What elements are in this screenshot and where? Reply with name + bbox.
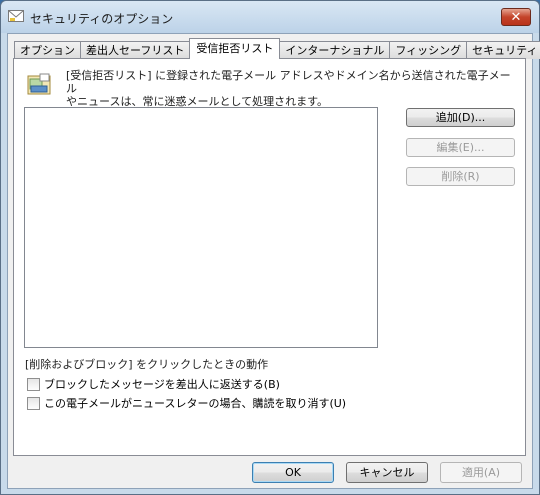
return-to-sender-label: ブロックしたメッセージを差出人に返送する(B) xyxy=(44,378,280,391)
cancel-button[interactable]: キャンセル xyxy=(346,462,428,483)
delete-block-action-label: [削除およびブロック] をクリックしたときの動作 xyxy=(25,358,269,371)
tab-blocked-senders[interactable]: 受信拒否リスト xyxy=(189,38,281,59)
tab-phishing[interactable]: フィッシング xyxy=(389,41,468,59)
return-to-sender-option[interactable]: ブロックしたメッセージを差出人に返送する(B) xyxy=(27,377,280,391)
delete-button[interactable]: 削除(R) xyxy=(406,167,515,186)
window-title: セキュリティのオプション xyxy=(30,12,174,26)
tab-options[interactable]: オプション xyxy=(14,41,81,59)
close-button[interactable]: ✕ xyxy=(501,8,531,26)
unsubscribe-option[interactable]: この電子メールがニュースレターの場合、購読を取り消す(U) xyxy=(27,396,346,410)
tab-safe-senders[interactable]: 差出人セーフリスト xyxy=(80,41,191,59)
edit-button[interactable]: 編集(E)... xyxy=(406,138,515,157)
mail-icon xyxy=(8,10,24,22)
blocked-senders-list[interactable] xyxy=(24,107,378,348)
ok-button[interactable]: OK xyxy=(252,462,334,483)
title-bar[interactable]: セキュリティのオプション ✕ xyxy=(1,1,539,33)
add-button[interactable]: 追加(D)... xyxy=(406,108,515,127)
blocked-list-description: [受信拒否リスト] に登録された電子メール アドレスやドメイン名から送信された電… xyxy=(66,69,521,108)
unsubscribe-checkbox[interactable] xyxy=(27,396,40,410)
dialog-client-area: オプション 差出人セーフリスト 受信拒否リスト インターナショナル フィッシング… xyxy=(7,33,540,489)
apply-button[interactable]: 適用(A) xyxy=(440,462,522,483)
tab-strip: オプション 差出人セーフリスト 受信拒否リスト インターナショナル フィッシング… xyxy=(14,37,540,59)
return-to-sender-checkbox[interactable] xyxy=(27,377,40,391)
tab-international[interactable]: インターナショナル xyxy=(279,41,391,59)
close-icon: ✕ xyxy=(510,9,522,25)
blocked-senders-panel: [受信拒否リスト] に登録された電子メール アドレスやドメイン名から送信された電… xyxy=(13,58,526,456)
security-options-dialog: セキュリティのオプション ✕ オプション 差出人セーフリスト 受信拒否リスト イ… xyxy=(0,0,540,495)
description-line-1: [受信拒否リスト] に登録された電子メール アドレスやドメイン名から送信された電… xyxy=(66,69,511,95)
blocked-mail-icon xyxy=(27,73,51,95)
tab-security[interactable]: セキュリティ xyxy=(466,41,540,59)
unsubscribe-label: この電子メールがニュースレターの場合、購読を取り消す(U) xyxy=(44,397,347,410)
